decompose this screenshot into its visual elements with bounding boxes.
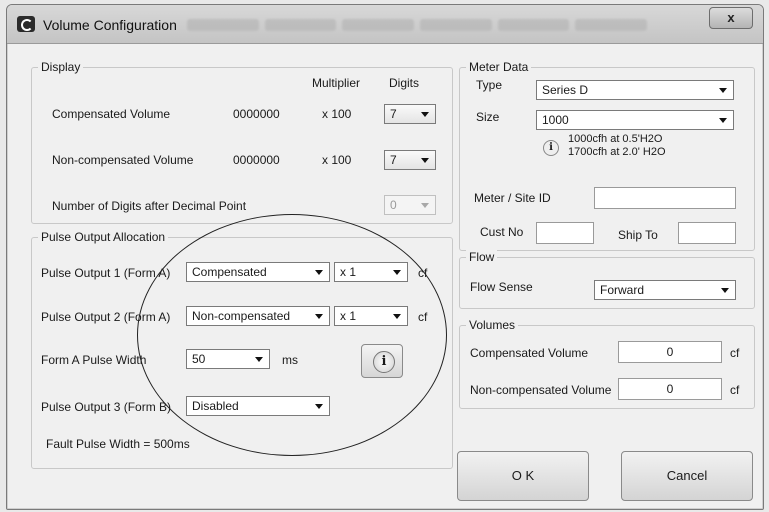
pulse-output-1-unit: cf <box>418 266 428 280</box>
meter-site-id-label: Meter / Site ID <box>474 191 551 205</box>
compensated-volume-value: 0000000 <box>233 107 280 121</box>
pulse-output-2-multiplier-select[interactable]: x 1 <box>334 306 408 326</box>
close-button[interactable]: x <box>709 7 753 29</box>
meter-size-select[interactable]: 1000 <box>536 110 734 130</box>
compensated-volume-label: Compensated Volume <box>52 107 171 121</box>
flow-sense-select[interactable]: Forward <box>594 280 736 300</box>
meter-type-value: Series D <box>542 83 589 97</box>
pulse-output-legend: Pulse Output Allocation <box>38 230 169 244</box>
chevron-down-icon <box>255 357 263 362</box>
volume-configuration-dialog: Volume Configuration x Display Multiplie… <box>6 4 764 510</box>
chevron-down-icon <box>315 404 323 409</box>
noncompensated-volume-value: 0000000 <box>233 153 280 167</box>
info-icon: i <box>543 140 559 156</box>
noncompensated-digits-value: 7 <box>390 153 397 167</box>
info-icon: i <box>373 351 395 373</box>
meter-data-group: Meter Data Type Series D Size 1000 i 100… <box>459 60 755 251</box>
cust-no-label: Cust No <box>480 225 524 239</box>
ship-to-label: Ship To <box>618 228 658 242</box>
meter-capacity-line-1: 1000cfh at 0.5'H2O <box>568 133 663 145</box>
noncompensated-volume-total-label: Non-compensated Volume <box>470 383 612 397</box>
pulse-output-1-value: Compensated <box>192 265 267 279</box>
chevron-down-icon <box>421 203 429 208</box>
pulse-output-2-unit: cf <box>418 310 428 324</box>
volumes-group: Volumes Compensated Volume 0 cf Non-comp… <box>459 318 755 409</box>
title-bar: Volume Configuration x <box>7 5 763 44</box>
pulse-output-2-select[interactable]: Non-compensated <box>186 306 330 326</box>
ship-to-input[interactable] <box>678 222 736 244</box>
chevron-down-icon <box>421 158 429 163</box>
chevron-down-icon <box>315 270 323 275</box>
flow-legend: Flow <box>466 250 498 264</box>
noncompensated-digits-select[interactable]: 7 <box>384 150 436 170</box>
pulse-output-1-multiplier-value: x 1 <box>340 265 357 279</box>
compensated-multiplier: x 100 <box>322 107 352 121</box>
pulse-output-group: Pulse Output Allocation Pulse Output 1 (… <box>31 230 453 469</box>
noncompensated-volume-total-input[interactable]: 0 <box>618 378 722 400</box>
pulse-output-1-multiplier-select[interactable]: x 1 <box>334 262 408 282</box>
pulse-output-3-label: Pulse Output 3 (Form B) <box>41 400 172 414</box>
compensated-volume-total-unit: cf <box>730 346 740 360</box>
pulse-width-label: Form A Pulse Width <box>41 353 147 367</box>
pulse-output-3-select[interactable]: Disabled <box>186 396 330 416</box>
volumes-legend: Volumes <box>466 318 519 332</box>
meter-type-label: Type <box>476 78 503 92</box>
noncompensated-volume-label: Non-compensated Volume <box>52 153 194 167</box>
pulse-width-unit: ms <box>282 353 298 367</box>
pulse-output-2-value: Non-compensated <box>192 309 291 323</box>
decimal-digits-select: 0 <box>384 195 436 215</box>
compensated-digits-select[interactable]: 7 <box>384 104 436 124</box>
app-icon <box>17 16 35 32</box>
pulse-output-2-multiplier-value: x 1 <box>340 309 357 323</box>
chevron-down-icon <box>421 112 429 117</box>
chevron-down-icon <box>721 288 729 293</box>
chevron-down-icon <box>393 314 401 319</box>
meter-data-legend: Meter Data <box>466 60 532 74</box>
window-title: Volume Configuration <box>43 17 177 33</box>
compensated-digits-value: 7 <box>390 107 397 121</box>
meter-site-id-input[interactable] <box>594 187 736 209</box>
pulse-output-2-label: Pulse Output 2 (Form A) <box>41 310 171 324</box>
cancel-button[interactable]: Cancel <box>621 451 753 501</box>
meter-capacity-line-2: 1700cfh at 2.0' H2O <box>568 146 666 158</box>
decimal-digits-label: Number of Digits after Decimal Point <box>52 199 247 213</box>
pulse-output-1-label: Pulse Output 1 (Form A) <box>41 266 171 280</box>
digits-header: Digits <box>389 76 420 90</box>
pulse-output-3-value: Disabled <box>192 399 239 413</box>
chevron-down-icon <box>315 314 323 319</box>
compensated-volume-total-input[interactable]: 0 <box>618 341 722 363</box>
meter-size-value: 1000 <box>542 113 569 127</box>
meter-type-select[interactable]: Series D <box>536 80 734 100</box>
meter-size-label: Size <box>476 110 500 124</box>
multiplier-header: Multiplier <box>312 76 361 90</box>
flow-sense-value: Forward <box>600 283 645 297</box>
display-group: Display Multiplier Digits Compensated Vo… <box>31 60 453 224</box>
ok-button[interactable]: O K <box>457 451 589 501</box>
display-legend: Display <box>38 60 84 74</box>
chevron-down-icon <box>719 118 727 123</box>
background-tabs <box>187 19 648 33</box>
pulse-output-1-select[interactable]: Compensated <box>186 262 330 282</box>
flow-sense-label: Flow Sense <box>470 280 533 294</box>
chevron-down-icon <box>393 270 401 275</box>
cust-no-input[interactable] <box>536 222 594 244</box>
chevron-down-icon <box>719 88 727 93</box>
pulse-info-button[interactable]: i <box>361 344 403 378</box>
flow-group: Flow Flow Sense Forward <box>459 250 755 309</box>
noncompensated-multiplier: x 100 <box>322 153 352 167</box>
compensated-volume-total-label: Compensated Volume <box>470 346 589 360</box>
pulse-width-value: 50 <box>192 352 206 366</box>
pulse-width-select[interactable]: 50 <box>186 349 270 369</box>
noncompensated-volume-total-unit: cf <box>730 383 740 397</box>
fault-pulse-width-text: Fault Pulse Width = 500ms <box>46 437 190 451</box>
decimal-digits-value: 0 <box>390 198 397 212</box>
